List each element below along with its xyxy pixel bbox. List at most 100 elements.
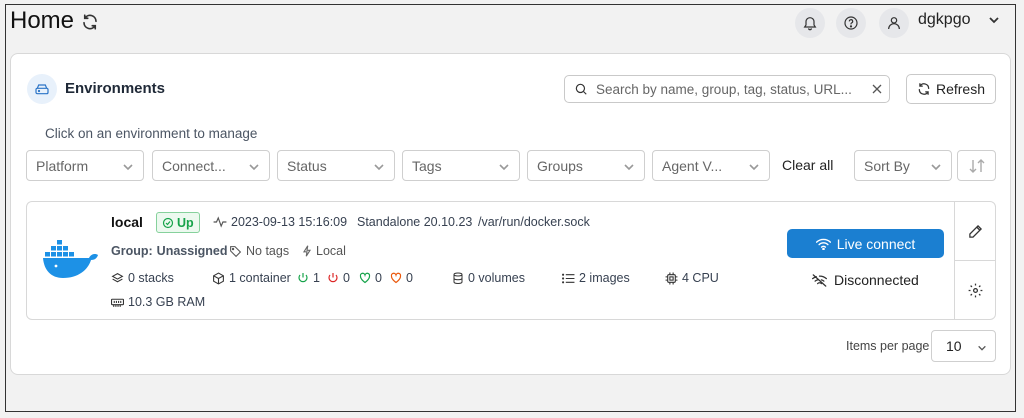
chevron-down-icon [930,161,942,173]
stacks-text: 0 stacks [128,271,174,285]
app-frame: Home dgkpgo Environments Search by name,… [5,4,1016,412]
filter-label: Groups [537,157,583,174]
unhealthy-text: 0 [406,271,413,285]
notifications-button[interactable] [795,8,825,38]
list-icon [562,273,575,284]
running-text: 1 [313,271,320,285]
unhealthy-count: 0 [390,271,413,285]
filter-tags[interactable]: Tags [402,150,520,181]
status-text: Up [177,215,194,230]
items-per-page-label: Items per page [846,339,930,353]
group-label: Group: [111,244,153,258]
clear-search-icon[interactable] [872,84,882,94]
location-info: Local [302,244,346,258]
items-per-page-value: 10 [946,338,962,354]
filter-status[interactable]: Status [277,150,395,181]
refresh-label: Refresh [935,81,986,97]
images-text: 2 images [579,271,630,285]
user-icon [886,15,902,31]
page-title: Home [10,7,75,34]
environment-type: Standalone 20.10.23 [357,215,473,229]
chevron-down-icon[interactable] [988,14,1000,26]
filter-label: Connect... [162,157,226,174]
running-count: 1 [297,271,320,285]
top-bar: Home dgkpgo [6,5,1015,47]
environment-card[interactable]: local Up 2023-09-13 15:16:09 Standalone … [26,201,996,320]
gear-icon [968,283,983,298]
clear-all-button[interactable]: Clear all [782,157,833,173]
environments-icon [27,74,57,104]
user-menu-button[interactable] [879,8,909,38]
cube-icon [212,271,225,285]
docker-icon [43,238,99,280]
containers-text: 1 container [229,271,291,285]
refresh-icon [917,82,931,96]
group-value: Unassigned [156,244,228,258]
help-icon [843,15,859,31]
chevron-down-icon [623,161,635,173]
connection-status: Disconnected [812,272,919,288]
tag-icon [229,245,242,258]
chevron-down-icon [748,161,760,173]
sort-by-label: Sort By [864,157,910,174]
filter-label: Platform [36,157,89,174]
healthy-text: 0 [375,271,382,285]
filter-label: Status [287,157,327,174]
tags-text: No tags [246,244,290,258]
live-connect-button[interactable]: Live connect [787,229,944,258]
images-count: 2 images [562,271,630,285]
search-input[interactable] [594,80,858,98]
ram-amount: 10.3 GB RAM [111,295,205,309]
refresh-button[interactable]: Refresh [906,74,996,104]
help-button[interactable] [836,8,866,38]
username[interactable]: dgkpgo [918,11,971,29]
filter-label: Agent V... [662,157,723,174]
power-running-icon [297,272,309,284]
filter-connection[interactable]: Connect... [152,150,270,181]
database-icon [452,272,464,285]
wifi-icon [815,238,831,250]
environments-panel: Environments Refresh Click on an environ… [10,53,1011,375]
power-stopped-icon [327,272,339,284]
sort-direction-button[interactable] [957,150,996,181]
cpu-text: 4 CPU [682,271,719,285]
cpu-count: 4 CPU [665,271,719,285]
search-box[interactable] [564,75,890,103]
filter-label: Tags [412,157,442,174]
group-info: Group: Unassigned [111,244,228,258]
sort-by-select[interactable]: Sort By [854,150,952,181]
settings-button[interactable] [955,261,995,319]
filter-platform[interactable]: Platform [26,150,144,181]
chevron-down-icon [248,161,260,173]
filter-bar: Platform Connect... Status Tags Groups A… [26,150,1006,182]
filter-agent-version[interactable]: Agent V... [652,150,770,181]
bolt-icon [302,245,312,257]
chevron-down-icon [977,343,987,353]
stopped-text: 0 [343,271,350,285]
wifi-off-icon [812,273,827,287]
pencil-icon [968,224,983,239]
items-per-page-select[interactable]: 10 [931,330,996,362]
volumes-count: 0 volumes [452,271,525,285]
edit-button[interactable] [955,202,995,261]
cpu-icon [665,272,678,285]
chevron-down-icon [122,161,134,173]
layers-icon [111,272,124,285]
timestamp-text: 2023-09-13 15:16:09 [231,215,348,229]
containers-count: 1 container [212,271,291,285]
check-circle-icon [162,217,174,229]
memory-icon [111,297,124,308]
sort-arrows-icon [969,158,985,173]
ram-text: 10.3 GB RAM [128,295,206,309]
status-badge: Up [156,212,200,233]
environment-name: local [111,214,143,230]
search-icon [574,82,588,96]
hint-text: Click on an environment to manage [45,126,258,141]
refresh-icon[interactable] [81,13,99,31]
location-text: Local [316,244,346,258]
filter-groups[interactable]: Groups [527,150,645,181]
volumes-text: 0 volumes [468,271,525,285]
heartbeat-timestamp: 2023-09-13 15:16:09 [213,215,347,229]
tags-info: No tags [229,244,289,258]
chevron-down-icon [373,161,385,173]
